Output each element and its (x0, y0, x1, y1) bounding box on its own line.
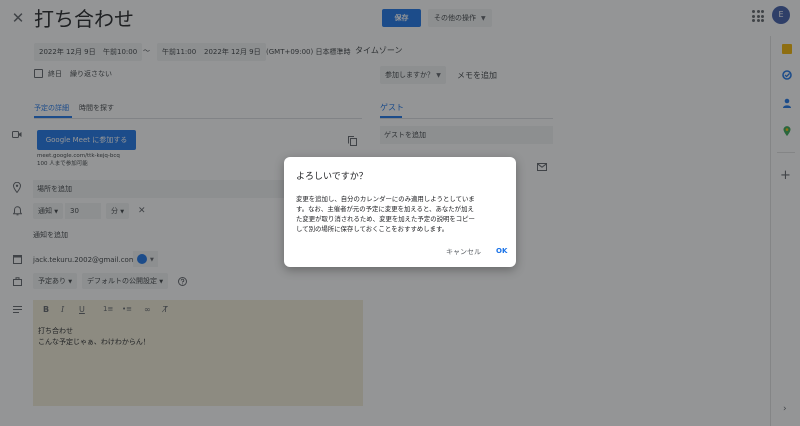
dialog-message: 変更を追加し、自分のカレンダーにのみ適用しようとしていま す。なお、主催者が元の… (296, 194, 508, 234)
cancel-button[interactable]: キャンセル (446, 247, 481, 257)
dialog-message-line: して別の場所に保存しておくことをおすすめします。 (296, 225, 449, 233)
ok-button[interactable]: OK (496, 247, 507, 255)
event-edit-page: ✕ 打ち合わせ 保存 その他の操作 ▼ E 2022年 12月 9日 午前10:0… (0, 0, 800, 426)
dialog-title: よろしいですか？ (296, 172, 368, 182)
confirm-dialog: よろしいですか？ 変更を追加し、自分のカレンダーにのみ適用しようとしていま す。… (284, 157, 516, 267)
dialog-message-line: た変更が取り消されるため、変更を加えた予定の説明をコピー (296, 215, 475, 223)
dialog-message-line: 変更を追加し、自分のカレンダーにのみ適用しようとしていま (296, 195, 475, 203)
dialog-message-line: す。なお、主催者が元の予定に変更を加えると、あなたが加え (296, 205, 474, 213)
